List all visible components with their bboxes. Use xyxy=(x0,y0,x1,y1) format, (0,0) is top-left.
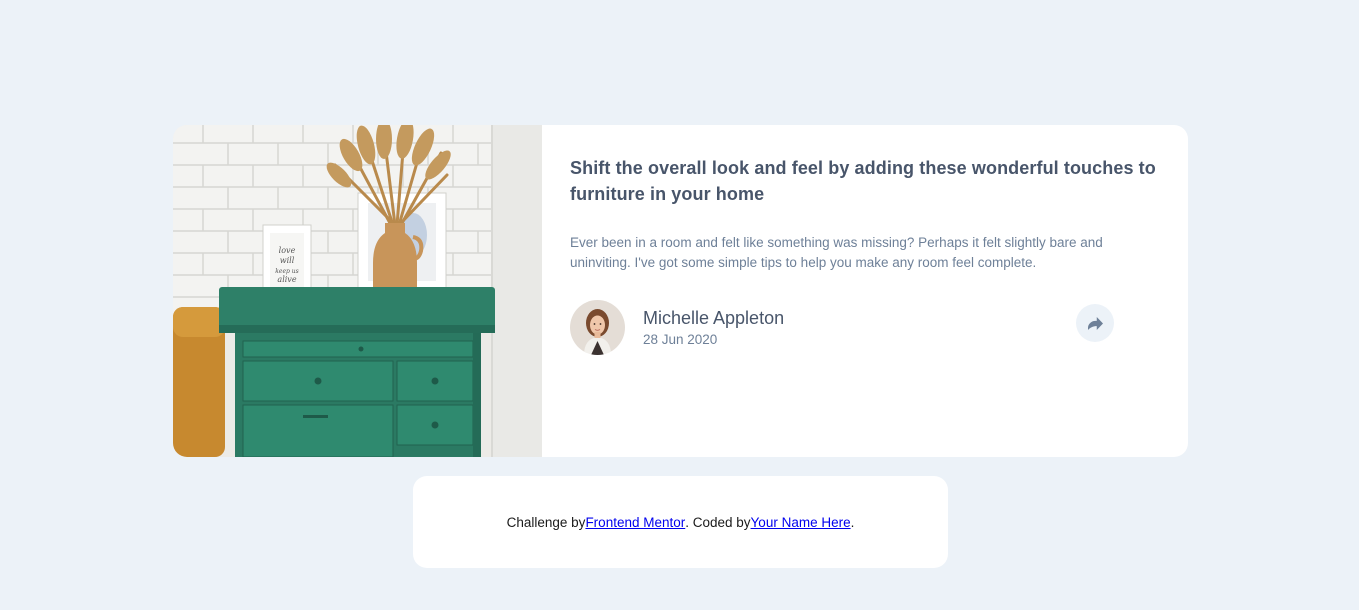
svg-text:alive: alive xyxy=(277,275,296,284)
attribution-suffix: . xyxy=(850,514,855,530)
article-summary: Ever been in a room and felt like someth… xyxy=(570,235,1103,270)
publish-date: 28 Jun 2020 xyxy=(643,331,718,347)
attribution-footer: Challenge by Frontend Mentor. Coded by Y… xyxy=(413,476,948,568)
author-name: Michelle Appleton xyxy=(643,307,785,328)
svg-text:love: love xyxy=(279,246,296,255)
article-card: love will keep us alive Shift the overal… xyxy=(173,125,1188,457)
author-info: Michelle Appleton 28 Jun 2020 xyxy=(643,307,784,349)
share-icon xyxy=(1087,316,1103,330)
drawers-illustration: love will keep us alive xyxy=(173,125,542,457)
svg-text:will: will xyxy=(280,256,295,265)
article-headline: Shift the overall look and feel by addin… xyxy=(570,158,1156,204)
svg-text:keep us: keep us xyxy=(275,268,298,275)
attribution-middle: . Coded by xyxy=(685,514,751,530)
frontend-mentor-link[interactable]: Frontend Mentor xyxy=(585,515,685,530)
author-link[interactable]: Your Name Here xyxy=(751,515,851,530)
share-button[interactable] xyxy=(1076,304,1114,342)
author-avatar xyxy=(570,300,625,355)
attribution-prefix: Challenge by xyxy=(506,514,586,530)
author-row: Michelle Appleton 28 Jun 2020 xyxy=(570,300,1160,355)
article-content: Shift the overall look and feel by addin… xyxy=(542,125,1188,457)
article-image: love will keep us alive xyxy=(173,125,542,457)
